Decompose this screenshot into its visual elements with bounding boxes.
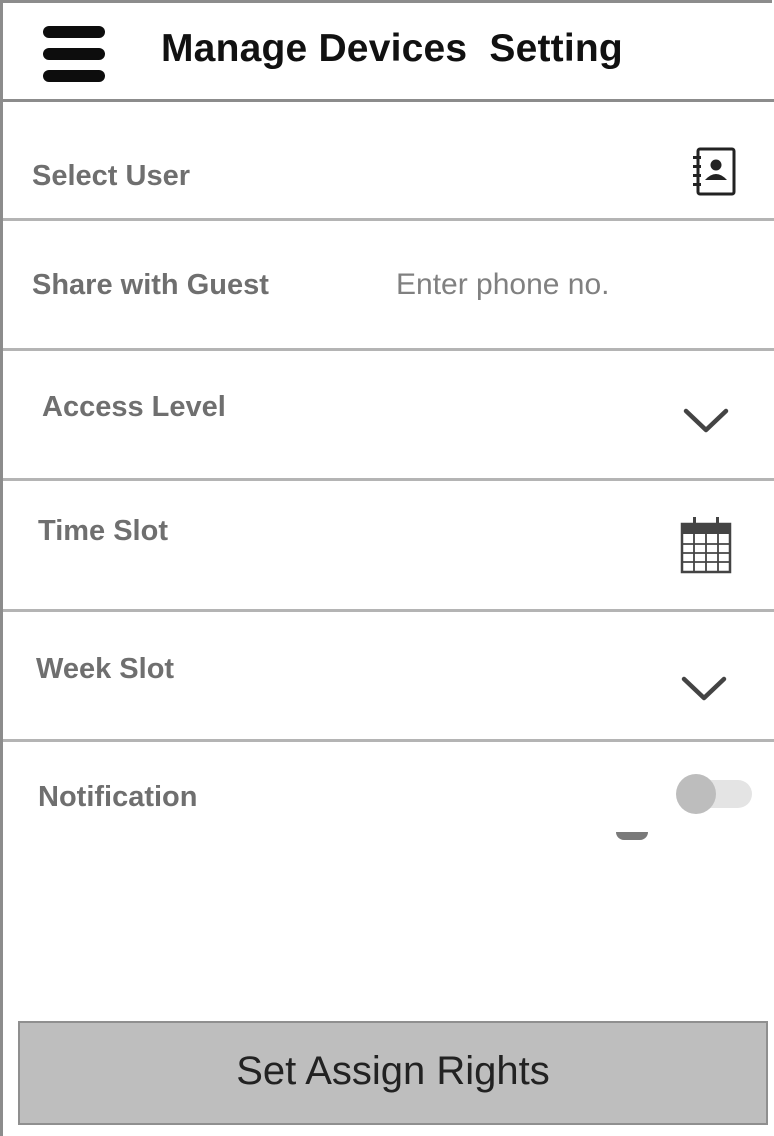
page-title: Manage Devices Setting	[161, 27, 623, 70]
hamburger-menu-icon[interactable]	[43, 26, 105, 82]
phone-number-input[interactable]	[396, 262, 696, 308]
week-slot-label: Week Slot	[36, 653, 175, 685]
set-assign-rights-button[interactable]: Set Assign Rights	[18, 1021, 768, 1125]
access-level-label: Access Level	[42, 391, 226, 423]
chevron-down-icon[interactable]	[680, 674, 728, 704]
notification-label: Notification	[38, 781, 198, 813]
notification-toggle[interactable]	[676, 774, 752, 814]
chevron-down-icon[interactable]	[682, 406, 730, 436]
calendar-icon[interactable]	[680, 516, 732, 574]
contact-book-icon[interactable]	[690, 146, 738, 198]
select-user-label: Select User	[32, 160, 190, 192]
share-with-guest-label: Share with Guest	[32, 269, 269, 301]
app-header: Manage Devices Setting	[3, 3, 774, 102]
decorative-mark	[616, 832, 648, 840]
time-slot-label: Time Slot	[38, 515, 168, 547]
toggle-knob	[676, 774, 716, 814]
